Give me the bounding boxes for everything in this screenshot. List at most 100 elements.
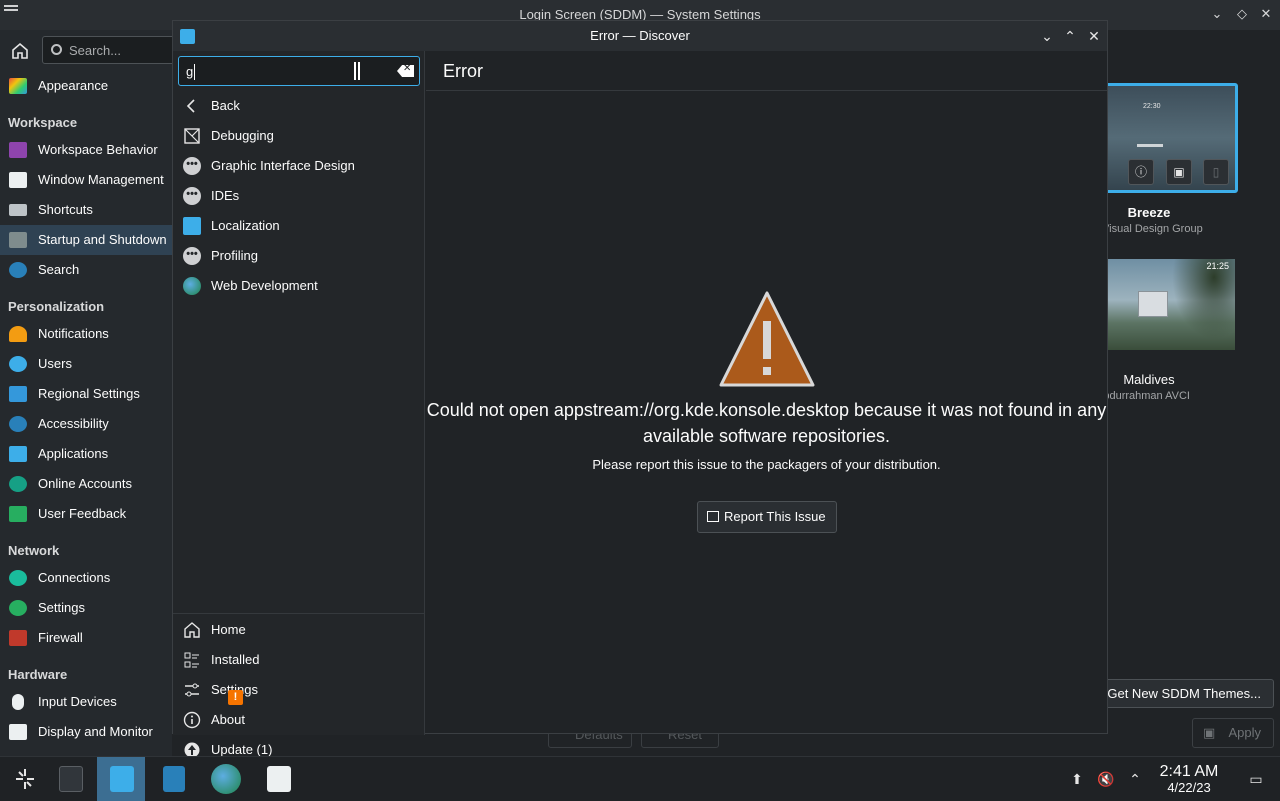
localization-icon xyxy=(183,217,201,235)
discover-search-input[interactable]: g xyxy=(178,56,420,86)
preview-bar xyxy=(1137,144,1163,147)
taskbar-browser[interactable] xyxy=(201,757,249,801)
feedback-icon xyxy=(9,506,27,522)
taskbar-dolphin[interactable] xyxy=(150,757,198,801)
search-icon xyxy=(9,262,27,278)
more-icon: ••• xyxy=(183,187,201,205)
home-icon[interactable] xyxy=(10,41,30,61)
nav-settings[interactable]: Settings xyxy=(173,675,424,705)
minimize-icon[interactable]: ⌄ xyxy=(1209,6,1225,22)
bell-icon xyxy=(9,326,27,342)
application-launcher[interactable] xyxy=(0,757,48,801)
error-message: Could not open appstream://org.kde.konso… xyxy=(426,400,1107,446)
info-icon[interactable]: ⓘ xyxy=(1128,159,1154,185)
nav-home[interactable]: Home xyxy=(173,615,424,645)
sidebar-item-network-settings[interactable]: Settings xyxy=(0,593,172,623)
image-icon[interactable]: ▣ xyxy=(1166,159,1192,185)
sidebar-item-firewall[interactable]: Firewall xyxy=(0,623,172,653)
discover-navigation: Back Debugging ••• Graphic Interface Des… xyxy=(173,51,425,758)
sidebar-item-regional-settings[interactable]: Regional Settings xyxy=(0,379,172,409)
sidebar-item-input-devices[interactable]: Input Devices xyxy=(0,687,172,717)
settings-search-input[interactable]: Search... xyxy=(42,36,182,64)
sidebar-item-label: Connections xyxy=(38,570,111,585)
text-caret xyxy=(194,64,195,80)
sidebar-item-label: Workspace Behavior xyxy=(38,142,158,157)
close-icon[interactable]: ✕ xyxy=(1085,27,1103,45)
update-warning-badge: ! xyxy=(228,690,243,705)
nav-separator xyxy=(173,613,424,614)
startup-icon xyxy=(9,232,27,248)
theme-name: Maldives xyxy=(1123,372,1175,387)
clock-time[interactable]: 2:41 AM xyxy=(1150,763,1228,781)
sidebar-item-workspace-behavior[interactable]: Workspace Behavior xyxy=(0,135,172,165)
page-title: Error xyxy=(443,61,483,81)
theme-preview-breeze[interactable]: 22:30 ⓘ ▣ ▯ xyxy=(1100,83,1238,193)
taskbar-system-settings[interactable] xyxy=(46,757,94,801)
maximize-icon[interactable]: ⌃ xyxy=(1061,27,1079,45)
clock-date[interactable]: 4/22/23 xyxy=(1150,780,1228,795)
back-arrow-icon xyxy=(186,99,195,113)
sidebar-item-notifications[interactable]: Notifications xyxy=(0,319,172,349)
theme-author: Visual Design Group xyxy=(1102,223,1203,235)
browser-icon xyxy=(211,764,241,794)
nav-category-ides[interactable]: ••• IDEs xyxy=(173,181,424,211)
show-desktop-icon[interactable]: ▭ xyxy=(1246,770,1266,788)
sidebar-item-label: Startup and Shutdown xyxy=(38,232,167,247)
sidebar-item-shortcuts[interactable]: Shortcuts xyxy=(0,195,172,225)
apply-button[interactable]: ▣ Apply xyxy=(1192,718,1274,748)
report-issue-button[interactable]: Report This Issue xyxy=(697,501,837,533)
theme-clock: 22:30 xyxy=(1143,103,1161,110)
nav-category-web-development[interactable]: Web Development xyxy=(173,271,424,301)
nav-installed[interactable]: Installed xyxy=(173,645,424,675)
sidebar-item-online-accounts[interactable]: Online Accounts xyxy=(0,469,172,499)
sidebar-item-appearance[interactable]: Appearance xyxy=(0,71,172,101)
system-settings-icon xyxy=(59,766,83,792)
monitor-icon xyxy=(9,724,27,740)
hardware-header: Hardware xyxy=(8,667,68,682)
firewall-icon xyxy=(9,630,27,646)
sidebar-item-user-feedback[interactable]: User Feedback xyxy=(0,499,172,529)
nav-category-graphic-interface-design[interactable]: ••• Graphic Interface Design xyxy=(173,151,424,181)
sidebar-item-startup-shutdown[interactable]: Startup and Shutdown xyxy=(0,225,172,255)
nav-category-debugging[interactable]: Debugging xyxy=(173,121,424,151)
sidebar-item-label: Applications xyxy=(38,446,109,461)
sidebar-item-display-monitor[interactable]: Display and Monitor xyxy=(0,717,172,747)
keep-above-icon[interactable]: ◇ xyxy=(1234,6,1250,22)
sidebar-item-label: Users xyxy=(38,356,72,371)
keyboard-icon xyxy=(9,204,27,216)
nav-back[interactable]: Back xyxy=(173,91,424,121)
taskbar: ⬆ 🔇 ⌃ ▭ xyxy=(0,756,1280,801)
sidebar-item-label: Appearance xyxy=(38,78,109,93)
sidebar-item-applications[interactable]: Applications xyxy=(0,439,172,469)
update-tray-icon[interactable]: ⬆ xyxy=(1068,770,1086,788)
nav-about[interactable]: About xyxy=(173,705,424,735)
sidebar-item-window-management[interactable]: Window Management xyxy=(0,165,172,195)
sidebar-item-connections[interactable]: Connections xyxy=(0,563,172,593)
sidebar-item-label: Window Management xyxy=(38,172,164,187)
sidebar-item-label: Regional Settings xyxy=(38,386,140,401)
applications-icon xyxy=(9,446,27,462)
sidebar-item-accessibility[interactable]: Accessibility xyxy=(0,409,172,439)
sidebar-item-search[interactable]: Search xyxy=(0,255,172,285)
trash-icon: ▯ xyxy=(1203,159,1229,185)
clear-text-icon[interactable] xyxy=(397,65,414,77)
minimize-icon[interactable]: ⌄ xyxy=(1038,27,1056,45)
error-hint: Please report this issue to the packager… xyxy=(592,457,941,472)
get-new-themes-button[interactable]: Get New SDDM Themes... xyxy=(1100,679,1274,708)
tray-expand-icon[interactable]: ⌃ xyxy=(1126,770,1144,788)
accessibility-icon xyxy=(9,416,27,432)
taskbar-kdeconnect[interactable] xyxy=(254,757,302,801)
volume-muted-icon[interactable]: 🔇 xyxy=(1097,770,1115,788)
theme-preview-maldives[interactable]: 21:25 xyxy=(1108,259,1235,350)
close-icon[interactable]: ✕ xyxy=(1258,6,1274,22)
taskbar-discover[interactable] xyxy=(97,757,145,801)
nav-label: Profiling xyxy=(211,248,258,263)
regional-icon xyxy=(9,386,27,402)
discover-titlebar: Error — Discover ⌄ ⌃ ✕ xyxy=(173,21,1107,51)
nav-category-profiling[interactable]: ••• Profiling xyxy=(173,241,424,271)
nav-category-localization[interactable]: Localization xyxy=(173,211,424,241)
sidebar-item-users[interactable]: Users xyxy=(0,349,172,379)
preview-login-box xyxy=(1138,291,1168,317)
more-icon: ••• xyxy=(183,247,201,265)
ibeam-cursor-icon xyxy=(354,62,360,80)
